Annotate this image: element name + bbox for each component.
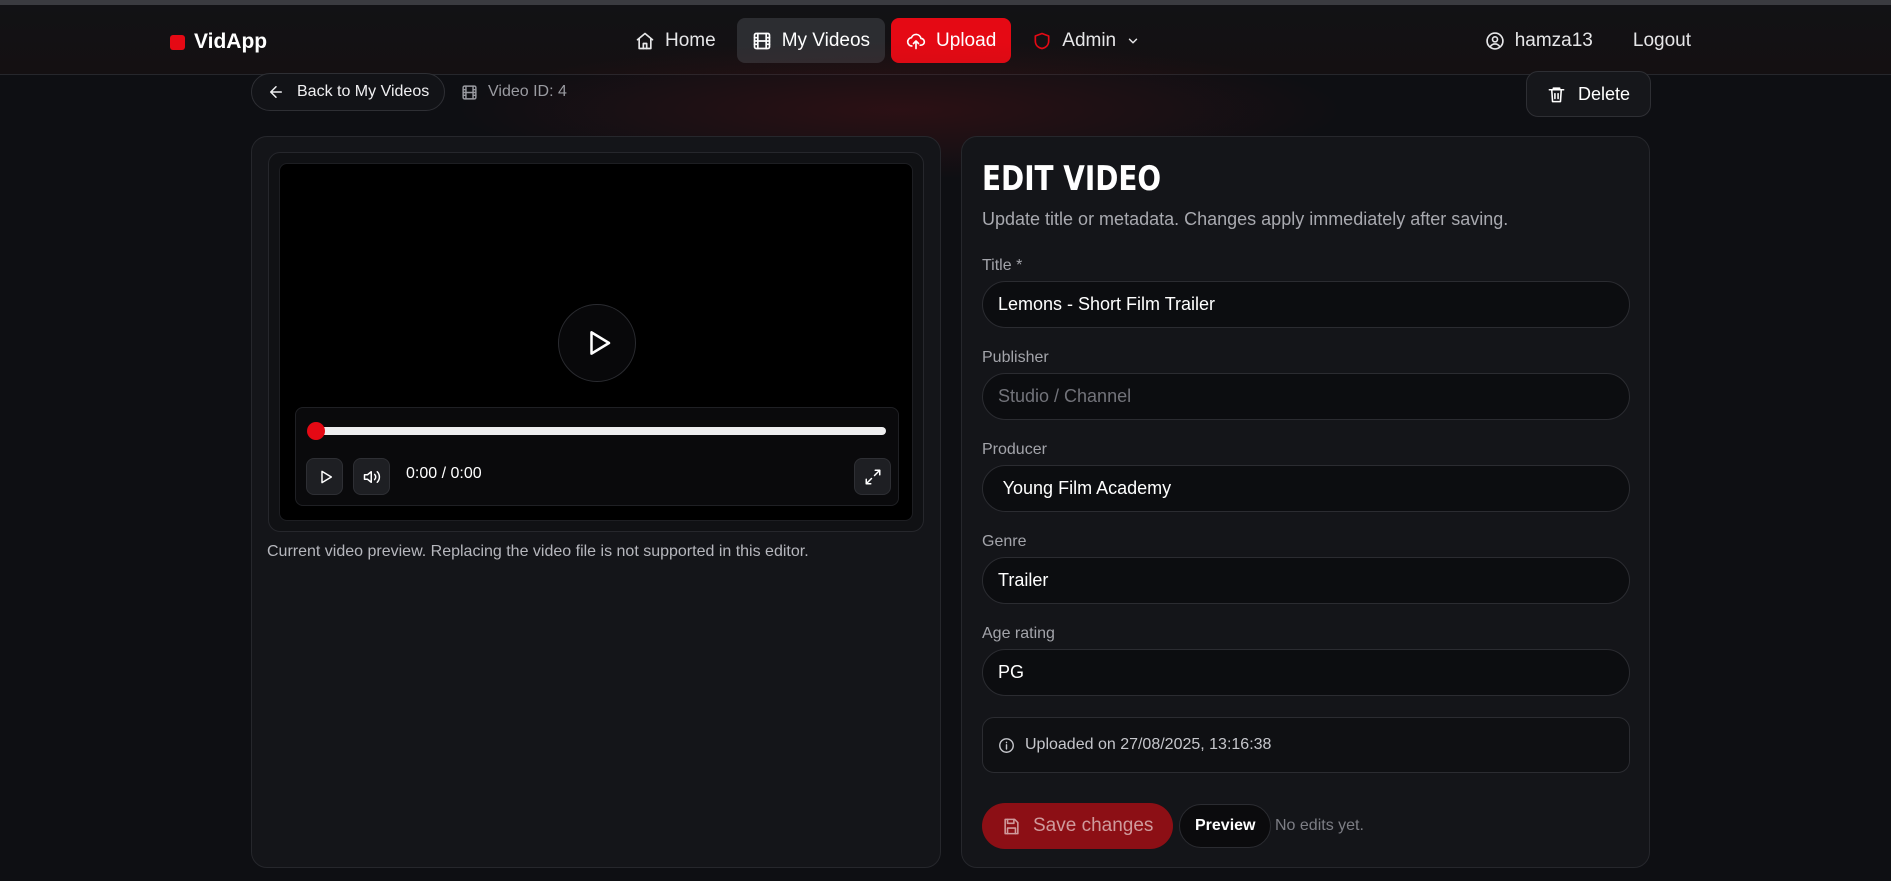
video-id-text: Video ID: 4: [488, 83, 567, 100]
title-label: Title *: [982, 257, 1023, 274]
film-icon: [462, 84, 477, 100]
preview-button[interactable]: Preview: [1179, 804, 1272, 848]
progress-thumb[interactable]: [307, 422, 325, 440]
nav-upload[interactable]: Upload: [891, 18, 1012, 63]
brand-name: VidApp: [194, 30, 268, 53]
producer-label: Producer: [982, 441, 1047, 458]
save-label: Save changes: [1033, 815, 1154, 836]
nav-my-videos-label: My Videos: [781, 29, 871, 51]
player-controls: 0:00 / 0:00: [295, 407, 899, 506]
preview-label: Preview: [1195, 817, 1256, 834]
arrow-left-icon: [270, 86, 282, 98]
nav-home[interactable]: Home: [620, 18, 731, 63]
brand-dot-icon: [170, 34, 185, 50]
save-icon: [1004, 818, 1019, 834]
shield-icon: [1034, 32, 1050, 49]
player-frame: 0:00 / 0:00: [268, 152, 924, 532]
page-title: EDIT VIDEO: [982, 159, 1162, 199]
chevron-down-icon: [1128, 38, 1138, 43]
preview-note: Current video preview. Replacing the vid…: [267, 543, 809, 560]
top-navbar: VidApp Home My Videos Upload Admin hamza…: [0, 5, 1891, 75]
edit-status: No edits yet.: [1275, 817, 1364, 834]
brand-logo[interactable]: VidApp: [170, 30, 267, 54]
cloud-upload-icon: [906, 33, 926, 49]
play-icon: [320, 470, 332, 483]
volume-icon: [363, 470, 380, 483]
nav-admin-label: Admin: [1062, 29, 1117, 51]
save-changes-button[interactable]: Save changes: [982, 803, 1174, 849]
genre-label: Genre: [982, 533, 1027, 550]
user-nav: hamza13 Logout: [1485, 18, 1691, 63]
nav-upload-label: Upload: [936, 29, 997, 51]
main-nav: Home My Videos Upload Admin: [620, 18, 1155, 63]
volume-button[interactable]: [353, 458, 390, 495]
edit-form-panel: EDIT VIDEO Update title or metadata. Cha…: [961, 136, 1650, 868]
age-rating-input[interactable]: [982, 649, 1630, 696]
publisher-label: Publisher: [982, 349, 1049, 366]
user-menu[interactable]: hamza13: [1485, 30, 1593, 52]
publisher-input[interactable]: [982, 373, 1630, 420]
page-subtitle: Update title or metadata. Changes apply …: [982, 209, 1509, 229]
video-player[interactable]: 0:00 / 0:00: [279, 163, 913, 521]
play-icon: [590, 331, 611, 355]
title-input[interactable]: [982, 281, 1630, 328]
back-to-my-videos-button[interactable]: Back to My Videos: [251, 73, 446, 111]
username: hamza13: [1514, 29, 1593, 51]
upload-info-box: Uploaded on 27/08/2025, 13:16:38: [982, 717, 1630, 773]
fullscreen-button[interactable]: [854, 458, 891, 495]
logout-link[interactable]: Logout: [1633, 30, 1691, 52]
nav-my-videos[interactable]: My Videos: [736, 18, 886, 63]
video-id-badge: Video ID: 4: [461, 73, 567, 111]
delete-button[interactable]: Delete: [1525, 71, 1651, 117]
fullscreen-icon: [865, 469, 880, 484]
film-icon: [753, 32, 771, 49]
genre-input[interactable]: [982, 557, 1630, 604]
trash-icon: [1548, 86, 1565, 102]
delete-label: Delete: [1577, 83, 1630, 104]
play-button[interactable]: [306, 458, 343, 495]
big-play-button[interactable]: [558, 304, 636, 382]
age-rating-label: Age rating: [982, 625, 1055, 642]
uploaded-date: Uploaded on 27/08/2025, 13:16:38: [1025, 736, 1272, 753]
edit-toolbar: Back to My Videos Video ID: 4 Delete: [251, 71, 1651, 117]
info-icon: [999, 737, 1014, 753]
producer-input[interactable]: [982, 465, 1630, 512]
progress-bar[interactable]: [307, 422, 886, 440]
home-icon: [636, 32, 654, 49]
back-label: Back to My Videos: [297, 83, 430, 100]
time-display: 0:00 / 0:00: [406, 465, 482, 482]
nav-home-label: Home: [665, 29, 716, 51]
video-preview-panel: 0:00 / 0:00 Current video preview. Repla…: [251, 136, 941, 868]
user-circle-icon: [1485, 31, 1504, 50]
nav-admin[interactable]: Admin: [1017, 18, 1155, 63]
